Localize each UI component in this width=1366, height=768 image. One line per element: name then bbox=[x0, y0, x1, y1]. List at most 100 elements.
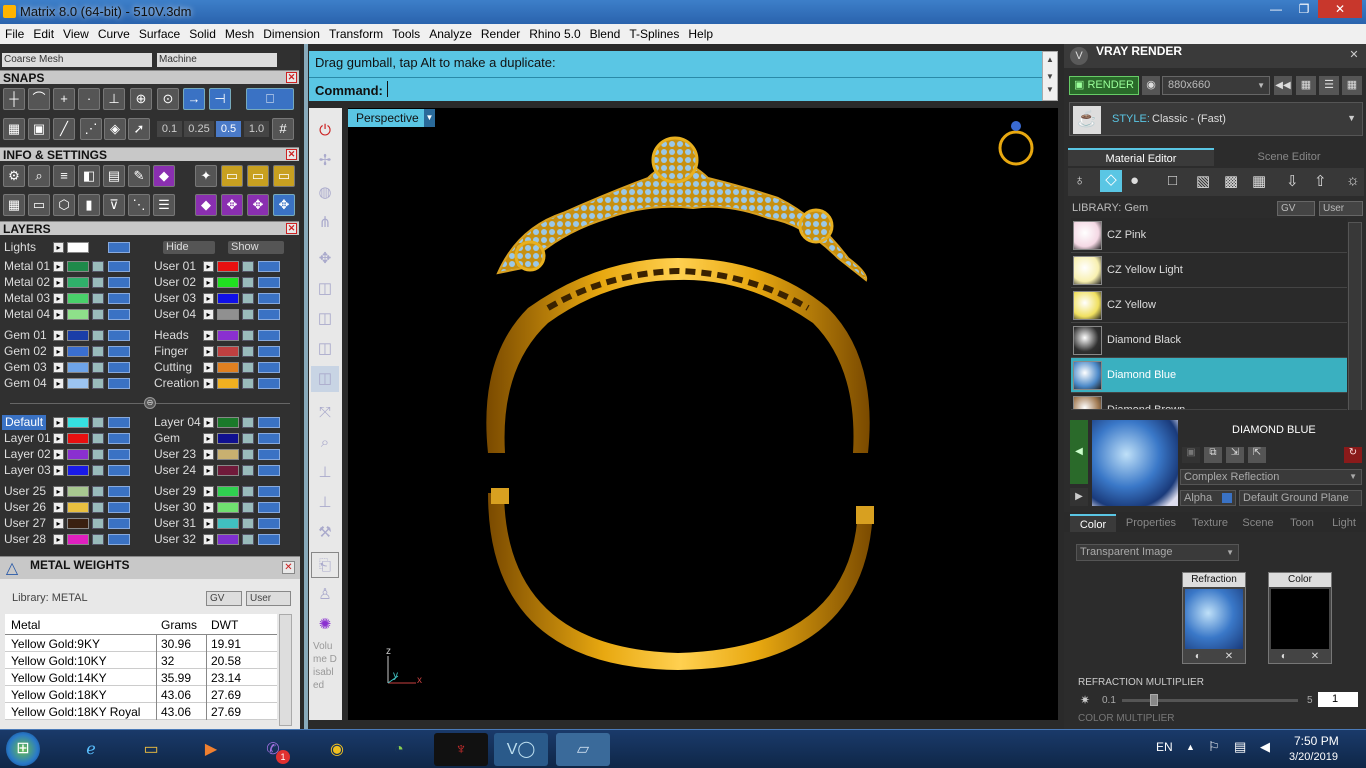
checker-icon[interactable]: ▦ bbox=[1252, 172, 1266, 190]
close-icon[interactable]: ✕ bbox=[1348, 48, 1360, 61]
gem-box-icon[interactable]: ◆ bbox=[153, 165, 175, 187]
square-icon[interactable]: □ bbox=[1168, 172, 1177, 189]
layer-row[interactable]: Gem 01 ▸ bbox=[0, 328, 145, 343]
visibility-toggle[interactable] bbox=[108, 465, 130, 476]
expand-right-icon[interactable]: ▶ bbox=[1070, 488, 1088, 506]
visibility-toggle[interactable] bbox=[258, 518, 280, 529]
list-item[interactable]: Diamond Brown bbox=[1071, 393, 1347, 410]
lock-icon[interactable] bbox=[92, 261, 104, 272]
show-button[interactable]: Show bbox=[228, 241, 284, 254]
menu-help[interactable]: Help bbox=[683, 24, 717, 41]
collapse-left-icon[interactable]: ◀ bbox=[1070, 420, 1088, 484]
visibility-toggle[interactable] bbox=[108, 346, 130, 357]
menu-render[interactable]: Render bbox=[476, 24, 524, 41]
person-icon[interactable]: ♙ bbox=[311, 582, 339, 608]
visibility-toggle[interactable] bbox=[258, 330, 280, 341]
snap-end-icon[interactable]: ┼ bbox=[3, 88, 25, 110]
tab-toon[interactable]: Toon bbox=[1282, 514, 1322, 532]
layer-row[interactable]: User 32 ▸ bbox=[150, 532, 295, 547]
lock-icon[interactable] bbox=[92, 502, 104, 513]
lock-icon[interactable] bbox=[242, 346, 254, 357]
eye-icon[interactable]: ◈ bbox=[104, 118, 126, 140]
hatch-icon[interactable]: ▧ bbox=[1196, 172, 1210, 190]
close-button[interactable]: ✕ bbox=[1318, 0, 1362, 18]
layer-row[interactable]: Default ▸ bbox=[0, 415, 145, 430]
clock-date[interactable]: 3/20/2019 bbox=[1289, 751, 1338, 763]
tools-icon[interactable]: ⚒ bbox=[311, 520, 339, 546]
refraction-multiplier-input[interactable]: 1 bbox=[1318, 692, 1358, 707]
expand-icon[interactable]: ▸ bbox=[53, 293, 64, 304]
layer-row[interactable]: User 30 ▸ bbox=[150, 500, 295, 515]
expand-icon[interactable]: ▸ bbox=[53, 449, 64, 460]
settings-icon[interactable]: ⚙ bbox=[3, 165, 25, 187]
layer-color[interactable] bbox=[67, 518, 89, 529]
matrix-icon[interactable]: V◯ bbox=[494, 733, 548, 766]
cylinder-icon[interactable]: ▮ bbox=[78, 194, 100, 216]
brush-icon[interactable]: ✦ bbox=[195, 165, 217, 187]
visibility-toggle[interactable] bbox=[108, 433, 130, 444]
user-toggle[interactable]: User bbox=[1319, 201, 1363, 216]
column-header-dwt[interactable]: DWT bbox=[211, 618, 238, 632]
lock-icon[interactable] bbox=[242, 449, 254, 460]
viber-icon[interactable]: ✆ bbox=[246, 733, 300, 766]
close-icon[interactable]: ✕ bbox=[286, 72, 297, 83]
expand-icon[interactable]: ▸ bbox=[203, 502, 214, 513]
layer-row[interactable]: Metal 02 ▸ bbox=[0, 275, 145, 290]
layer-color[interactable] bbox=[217, 449, 239, 460]
zoom-extents-icon[interactable]: ⤧ bbox=[311, 400, 339, 426]
menu-surface[interactable]: Surface bbox=[134, 24, 184, 41]
expand-icon[interactable]: ▸ bbox=[203, 486, 214, 497]
expand-icon[interactable]: ▸ bbox=[53, 261, 64, 272]
layer-color[interactable] bbox=[67, 346, 89, 357]
render-button[interactable]: ▣ RENDER bbox=[1069, 76, 1139, 95]
box-icon[interactable]: ▣ bbox=[28, 118, 50, 140]
volume-icon[interactable]: ◀ bbox=[1260, 739, 1270, 755]
gear-purple-icon[interactable]: ✺ bbox=[311, 612, 339, 638]
layer-color[interactable] bbox=[217, 378, 239, 389]
layer-color[interactable] bbox=[217, 518, 239, 529]
snap-point-icon[interactable]: + bbox=[53, 88, 75, 110]
expand-icon[interactable]: ▸ bbox=[203, 449, 214, 460]
visibility-toggle[interactable] bbox=[258, 502, 280, 513]
layer-color[interactable] bbox=[67, 330, 89, 341]
layer-color[interactable] bbox=[67, 417, 89, 428]
lights-layer[interactable]: Lights ▸ bbox=[0, 240, 140, 255]
eye-icon[interactable]: ◉ bbox=[1142, 76, 1160, 95]
tab-material-editor[interactable]: Material Editor bbox=[1068, 148, 1214, 166]
expand-icon[interactable]: ▸ bbox=[53, 330, 64, 341]
chrome-icon[interactable]: ◉ bbox=[310, 733, 364, 766]
frame-icon[interactable]: ▭ bbox=[221, 165, 243, 187]
visibility-toggle[interactable] bbox=[258, 362, 280, 373]
user-toggle[interactable]: User bbox=[246, 591, 291, 606]
layer-row[interactable]: Metal 03 ▸ bbox=[0, 291, 145, 306]
reflection-select[interactable]: Complex Reflection ▼ bbox=[1180, 469, 1362, 485]
expand-icon[interactable]: ▸ bbox=[203, 417, 214, 428]
maximize-button[interactable]: ❐ bbox=[1290, 0, 1318, 18]
layer-row[interactable]: User 28 ▸ bbox=[0, 532, 145, 547]
layer-color[interactable] bbox=[67, 465, 89, 476]
ground-plane-toggle[interactable]: Default Ground Plane bbox=[1239, 490, 1362, 506]
gem-scale-icon[interactable]: ✥ bbox=[247, 194, 269, 216]
bulb-icon[interactable]: ☼ bbox=[1346, 172, 1360, 189]
metal-weights-scrollbar[interactable] bbox=[279, 614, 292, 726]
lock-icon[interactable] bbox=[242, 518, 254, 529]
layer-color[interactable] bbox=[217, 261, 239, 272]
visibility-toggle[interactable] bbox=[108, 242, 130, 253]
layer-row[interactable]: Finger ▸ bbox=[150, 344, 295, 359]
gem-icon[interactable]: ◆ bbox=[195, 194, 217, 216]
history-icon[interactable]: ⎗ bbox=[311, 552, 339, 578]
gumball-off-icon[interactable]: ⊥ bbox=[311, 460, 339, 486]
visibility-toggle[interactable] bbox=[108, 277, 130, 288]
expand-icon[interactable]: ▸ bbox=[53, 242, 64, 253]
lock-icon[interactable] bbox=[242, 417, 254, 428]
visibility-toggle[interactable] bbox=[108, 449, 130, 460]
clear-icon[interactable]: ✕ bbox=[1225, 651, 1233, 662]
move-icon[interactable]: ✥ bbox=[311, 246, 339, 272]
lock-icon[interactable] bbox=[242, 330, 254, 341]
snap-mid-icon[interactable]: · bbox=[78, 88, 100, 110]
gv-toggle[interactable]: GV bbox=[206, 591, 242, 606]
layer-row[interactable]: Gem 04 ▸ bbox=[0, 376, 145, 391]
splitter[interactable] bbox=[304, 44, 308, 729]
expand-icon[interactable]: ▸ bbox=[203, 293, 214, 304]
layer-row[interactable]: Gem 02 ▸ bbox=[0, 344, 145, 359]
